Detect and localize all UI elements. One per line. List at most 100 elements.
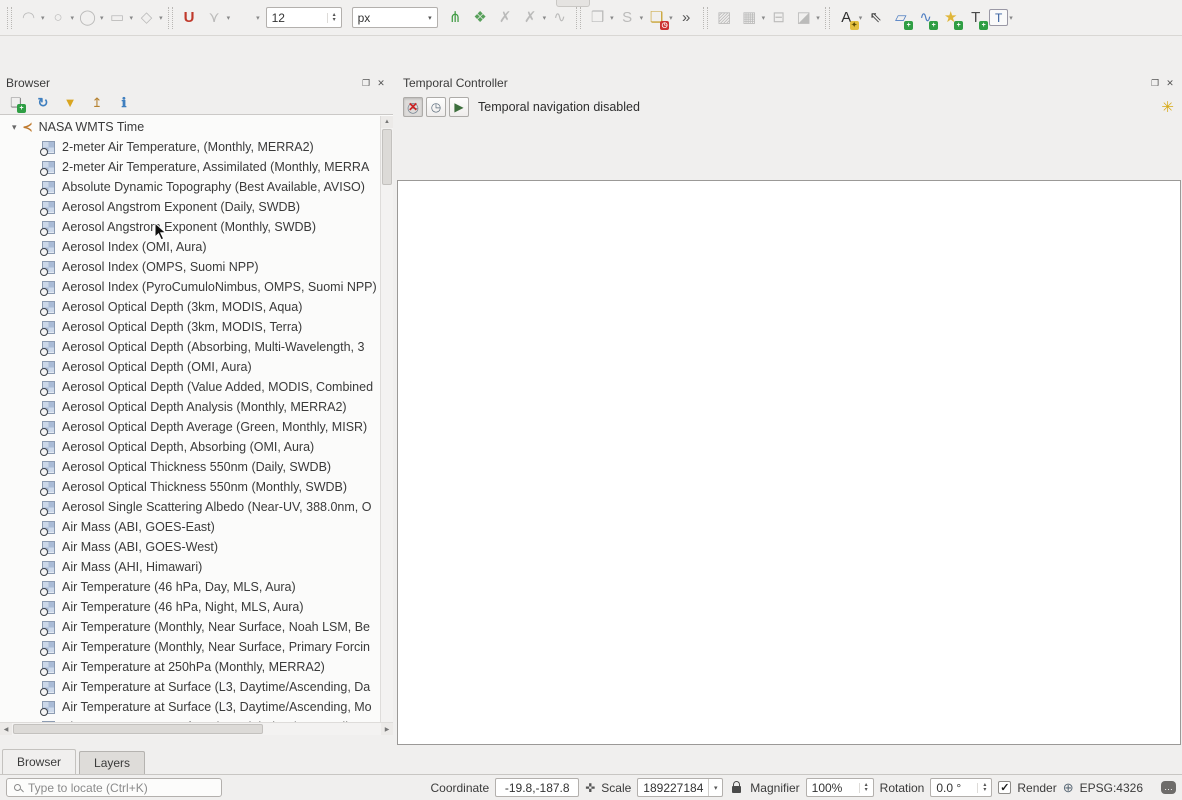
- line-annotation-icon[interactable]: ∿ +: [914, 6, 939, 30]
- tree-item[interactable]: Air Temperature at Surface (L3, Daytime/…: [0, 697, 380, 717]
- render-checkbox[interactable]: ✓: [998, 781, 1012, 794]
- collapse-all-icon[interactable]: ↥: [88, 94, 106, 112]
- tree-root-nasa-wmts-time[interactable]: ▾ ≺ NASA WMTS Time: [0, 117, 380, 137]
- scroll-left-icon[interactable]: ◀: [0, 723, 12, 735]
- rotation-spinbox[interactable]: 0.0 ° ▴ ▾: [930, 778, 993, 797]
- tree-item[interactable]: Air Temperature (46 hPa, Day, MLS, Aura): [0, 577, 380, 597]
- tree-item[interactable]: Absolute Dynamic Topography (Best Availa…: [0, 177, 380, 197]
- scroll-up-icon[interactable]: ▲: [381, 116, 393, 128]
- temporal-nav-disabled-button[interactable]: ◷ ✕: [403, 97, 423, 117]
- tree-item[interactable]: Air Temperature at Surface (L3, Daytime/…: [0, 677, 380, 697]
- lock-scale-icon[interactable]: [732, 781, 742, 793]
- spinner-arrows[interactable]: ▴ ▾: [326, 12, 336, 23]
- tree-item[interactable]: Air Mass (ABI, GOES-East): [0, 517, 380, 537]
- tree-item[interactable]: Aerosol Optical Depth (Absorbing, Multi-…: [0, 337, 380, 357]
- chevron-down-icon[interactable]: ▾: [130, 14, 134, 22]
- add-selected-layers-icon[interactable]: ❏ +: [7, 94, 26, 113]
- dock-tab-browser[interactable]: Browser: [2, 749, 77, 774]
- properties-widget-icon[interactable]: ℹ: [115, 94, 133, 112]
- tree-item[interactable]: Aerosol Optical Depth Analysis (Monthly,…: [0, 397, 380, 417]
- scale-combo[interactable]: 189227184 ▾: [637, 778, 724, 797]
- tree-item[interactable]: Aerosol Optical Depth (OMI, Aura): [0, 357, 380, 377]
- spinner-arrows[interactable]: ▴ ▾: [858, 782, 868, 793]
- tree-item[interactable]: Aerosol Index (OMI, Aura): [0, 237, 380, 257]
- toolbar-handle[interactable]: [576, 6, 582, 29]
- temporal-nav-fixed-button[interactable]: ◷: [426, 97, 446, 117]
- form-annotation-icon[interactable]: T ▾: [989, 9, 1013, 26]
- horizontal-scrollbar-thumb[interactable]: [13, 724, 263, 734]
- tree-item[interactable]: Aerosol Index (PyroCumuloNimbus, OMPS, S…: [0, 277, 380, 297]
- close-panel-icon[interactable]: ✕: [1164, 77, 1176, 89]
- spinner-arrows[interactable]: ▴ ▾: [977, 782, 986, 793]
- tree-item[interactable]: Aerosol Optical Depth (3km, MODIS, Terra…: [0, 317, 380, 337]
- chevron-down-icon[interactable]: ▾: [100, 14, 104, 22]
- refresh-browser-icon[interactable]: ↻: [34, 94, 52, 112]
- scroll-right-icon[interactable]: ▶: [381, 723, 393, 735]
- tree-item[interactable]: Aerosol Angstrom Exponent (Daily, SWDB): [0, 197, 380, 217]
- tree-item[interactable]: Aerosol Optical Thickness 550nm (Daily, …: [0, 457, 380, 477]
- tree-item[interactable]: Air Mass (ABI, GOES-West): [0, 537, 380, 557]
- marker-annotation-icon[interactable]: ★ +: [939, 6, 964, 30]
- snapping-toggle-icon[interactable]: U: [178, 6, 201, 29]
- tree-item[interactable]: Aerosol Optical Depth Average (Green, Mo…: [0, 417, 380, 437]
- expand-arrow-icon[interactable]: ▾: [12, 122, 17, 133]
- move-label-icon[interactable]: ⇖: [864, 6, 887, 29]
- dock-tab-layers[interactable]: Layers: [79, 751, 146, 774]
- temporal-nav-animated-button[interactable]: ▶: [449, 97, 469, 117]
- map-canvas[interactable]: [397, 180, 1181, 745]
- avoid-overlap-icon[interactable]: ❖: [469, 6, 492, 29]
- chevron-down-icon[interactable]: ▾: [816, 14, 820, 22]
- snap-units-combo[interactable]: px ▾: [351, 7, 438, 28]
- tree-item[interactable]: 2-meter Air Temperature, (Monthly, MERRA…: [0, 137, 380, 157]
- paste-features-timed-icon[interactable]: ❏ ◷ ▾: [645, 6, 673, 30]
- tree-item[interactable]: Aerosol Single Scattering Albedo (Near-U…: [0, 497, 380, 517]
- tree-item[interactable]: Aerosol Index (OMPS, Suomi NPP): [0, 257, 380, 277]
- chevron-down-icon[interactable]: ▾: [41, 14, 45, 22]
- locator-search-input[interactable]: Type to locate (Ctrl+K): [6, 778, 222, 797]
- tracing-icon[interactable]: ⋔: [444, 6, 467, 29]
- chevron-down-icon[interactable]: ▾: [669, 14, 673, 22]
- tree-item[interactable]: Aerosol Angstrom Exponent (Monthly, SWDB…: [0, 217, 380, 237]
- temporal-settings-icon[interactable]: ✳: [1161, 98, 1174, 116]
- chevron-down-icon[interactable]: ▾: [762, 14, 766, 22]
- chevron-down-icon[interactable]: ▾: [610, 14, 614, 22]
- toolbar-handle[interactable]: [7, 6, 12, 29]
- vertical-scrollbar-thumb[interactable]: [382, 129, 392, 185]
- layer-labeling-icon[interactable]: A ✦ ▾: [835, 6, 863, 30]
- filter-browser-icon[interactable]: ▼: [61, 94, 79, 112]
- chevron-down-icon[interactable]: ▾: [159, 14, 163, 22]
- text-annotation-icon[interactable]: T +: [964, 6, 989, 30]
- chevron-down-icon[interactable]: ▾: [256, 14, 260, 22]
- tree-item[interactable]: Air Mass (AHI, Himawari): [0, 557, 380, 577]
- snap-tolerance-spinbox[interactable]: 12 ▴ ▾: [265, 7, 342, 28]
- tree-item[interactable]: Air Temperature (46 hPa, Night, MLS, Aur…: [0, 597, 380, 617]
- float-panel-icon[interactable]: ❐: [360, 77, 372, 89]
- tree-item[interactable]: Aerosol Optical Depth (3km, MODIS, Aqua): [0, 297, 380, 317]
- tree-item[interactable]: Aerosol Optical Depth, Absorbing (OMI, A…: [0, 437, 380, 457]
- chevron-down-icon[interactable]: ▾: [708, 779, 722, 796]
- browser-tree-vertical-scrollbar[interactable]: ▲ ▼: [380, 116, 393, 735]
- toolbar-handle[interactable]: [824, 6, 830, 29]
- toolbar-handle[interactable]: [702, 6, 708, 29]
- crs-label[interactable]: EPSG:4326: [1080, 781, 1143, 795]
- chevron-down-icon[interactable]: ▾: [71, 14, 75, 22]
- chevron-down-icon[interactable]: ▾: [227, 14, 231, 22]
- coordinate-field[interactable]: -19.8,-187.8: [495, 778, 580, 797]
- chevron-down-icon[interactable]: ▾: [640, 14, 644, 22]
- chevron-down-icon[interactable]: ▾: [1009, 14, 1013, 22]
- polygon-annotation-icon[interactable]: ▱ +: [889, 6, 914, 30]
- chevron-down-icon[interactable]: ▾: [859, 14, 863, 22]
- chevron-down-icon[interactable]: ▾: [543, 14, 547, 22]
- float-panel-icon[interactable]: ❐: [1149, 77, 1161, 89]
- tree-item[interactable]: Air Temperature (Monthly, Near Surface, …: [0, 637, 380, 657]
- magnifier-spinbox[interactable]: 100% ▴ ▾: [805, 778, 874, 797]
- tree-item[interactable]: Air Temperature at 250hPa (Monthly, MERR…: [0, 657, 380, 677]
- toolbar-handle[interactable]: [167, 6, 173, 29]
- close-panel-icon[interactable]: ✕: [375, 77, 387, 89]
- tree-item[interactable]: 2-meter Air Temperature, Assimilated (Mo…: [0, 157, 380, 177]
- tree-item[interactable]: Air Temperature (Monthly, Near Surface, …: [0, 617, 380, 637]
- tree-item[interactable]: Aerosol Optical Depth (Value Added, MODI…: [0, 377, 380, 397]
- toolbar-overflow-icon[interactable]: »: [675, 6, 698, 29]
- browser-tree-horizontal-scrollbar[interactable]: ◀ ▶: [0, 722, 393, 735]
- chevron-down-icon[interactable]: ▾: [422, 14, 432, 22]
